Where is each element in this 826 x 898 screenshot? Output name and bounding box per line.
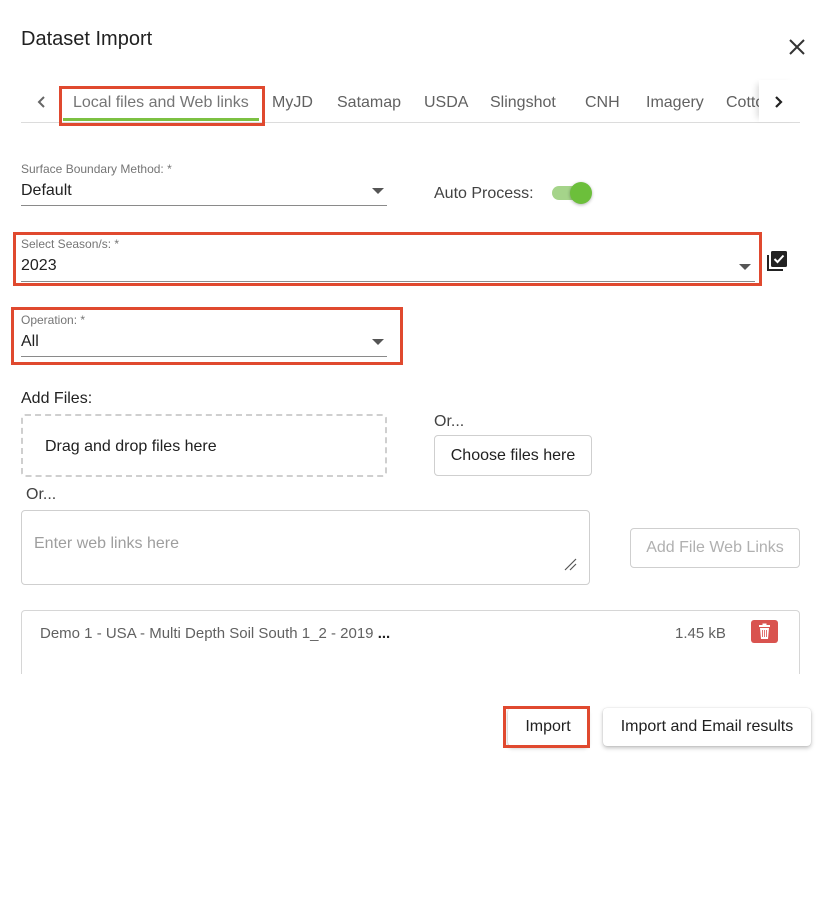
file-name-ellipsis: ... <box>377 625 391 642</box>
weblinks-input[interactable]: Enter web links here <box>21 510 590 585</box>
chevron-left-icon[interactable] <box>31 90 51 114</box>
list-item: Demo 1 - USA - Multi Depth Soil South 1_… <box>40 625 390 642</box>
tab-slingshot[interactable]: Slingshot <box>490 94 556 112</box>
highlight-box-season <box>13 232 762 286</box>
delete-file-button[interactable] <box>751 620 778 643</box>
surface-boundary-value[interactable]: Default <box>21 182 72 200</box>
dropdown-caret-icon[interactable] <box>372 188 384 194</box>
add-file-web-links-button[interactable]: Add File Web Links <box>630 528 800 568</box>
file-dropzone[interactable]: Drag and drop files here <box>21 414 387 477</box>
dialog-title: Dataset Import <box>21 28 153 50</box>
surface-boundary-underline <box>21 205 387 206</box>
tab-myjd[interactable]: MyJD <box>272 94 313 112</box>
tab-imagery[interactable]: Imagery <box>646 94 704 112</box>
file-list: Demo 1 - USA - Multi Depth Soil South 1_… <box>21 610 800 674</box>
choose-files-button[interactable]: Choose files here <box>434 435 592 476</box>
highlight-box-import <box>503 706 590 748</box>
surface-boundary-label: Surface Boundary Method: * <box>21 162 172 176</box>
highlight-box-tab <box>59 86 265 126</box>
tab-satamap[interactable]: Satamap <box>337 94 401 112</box>
chevron-right-icon[interactable] <box>769 90 789 114</box>
trash-icon <box>759 623 770 639</box>
import-and-email-button[interactable]: Import and Email results <box>603 708 811 746</box>
file-size: 1.45 kB <box>675 625 726 642</box>
select-all-checklist-icon[interactable] <box>765 249 789 273</box>
auto-process-label: Auto Process: <box>434 185 534 202</box>
highlight-box-operation <box>11 307 403 365</box>
or-label: Or... <box>26 486 57 503</box>
toggle-knob[interactable] <box>570 182 592 204</box>
tab-cotton[interactable]: Cotto <box>726 94 759 112</box>
tab-usda[interactable]: USDA <box>424 94 468 112</box>
add-files-label: Add Files: <box>21 390 93 407</box>
resize-handle-icon[interactable] <box>563 557 577 571</box>
tab-cnh[interactable]: CNH <box>585 94 620 112</box>
close-icon[interactable] <box>785 35 809 59</box>
or-label: Or... <box>434 413 465 430</box>
file-name: Demo 1 - USA - Multi Depth Soil South 1_… <box>40 625 374 642</box>
